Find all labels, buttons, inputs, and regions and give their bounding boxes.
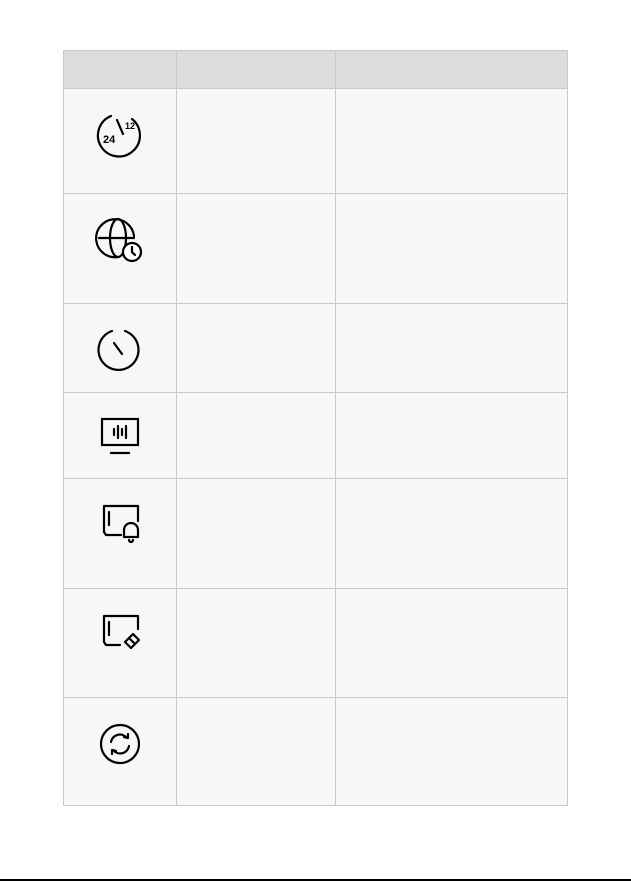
row-description-cell [335,303,568,393]
icon-cell [63,588,177,698]
sync-refresh-icon [94,718,146,770]
icon-cell [63,193,177,304]
row-name-cell [176,697,336,806]
table-row [63,588,568,698]
svg-text:12: 12 [125,121,135,131]
row-description-cell [335,392,568,479]
row-description-cell [335,88,568,194]
icon-cell [63,478,177,589]
row-name-cell [176,193,336,304]
row-name-cell [176,88,336,194]
row-name-cell [176,588,336,698]
table-row [63,697,568,806]
table-row [63,478,568,589]
page-bottom-rule [0,879,631,881]
table-row: 12 24 [63,88,568,194]
row-name-cell [176,478,336,589]
row-description-cell [335,697,568,806]
table-row [63,392,568,479]
icon-cell [63,303,177,393]
table-row [63,303,568,393]
svg-text:24: 24 [103,134,116,146]
icon-cell [63,392,177,479]
clock-icon [94,324,146,376]
row-description-cell [335,478,568,589]
sd-card-eraser-icon [94,609,146,661]
sd-card-bell-icon [94,499,146,551]
row-description-cell [335,588,568,698]
header-name-column [176,50,336,89]
table-row [63,193,568,304]
clock-24-12-icon: 12 24 [94,109,146,161]
globe-clock-icon [94,214,146,266]
icon-cell: 12 24 [63,88,177,194]
icon-cell [63,697,177,806]
header-icon-column [63,50,177,89]
settings-table: 12 24 [63,50,568,806]
table-header-row [63,50,568,89]
monitor-waveform-icon [94,413,146,465]
header-description-column [335,50,568,89]
row-name-cell [176,392,336,479]
row-description-cell [335,193,568,304]
row-name-cell [176,303,336,393]
